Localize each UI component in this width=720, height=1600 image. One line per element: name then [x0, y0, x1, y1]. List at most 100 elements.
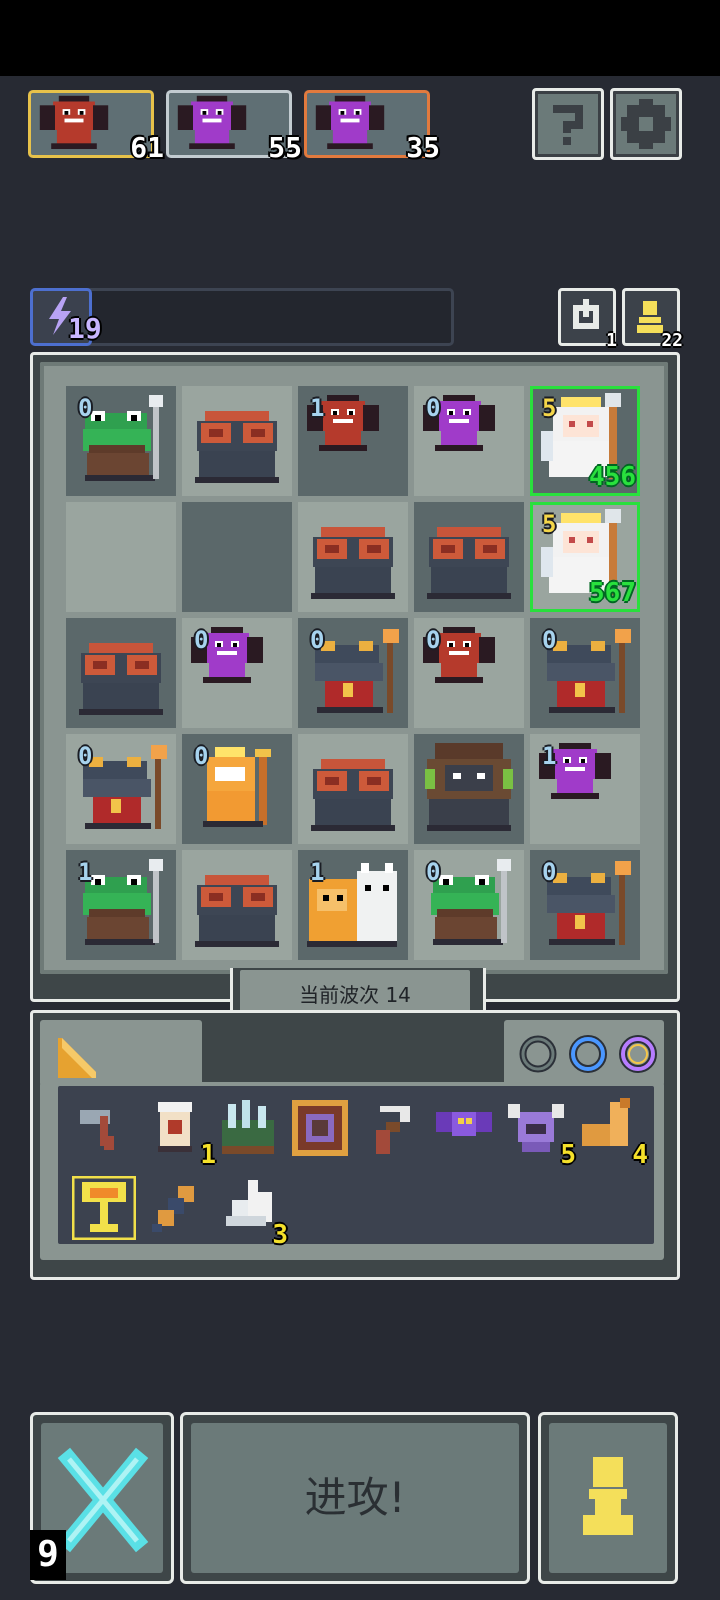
horned-helm-icon — [508, 1104, 564, 1152]
gear-icon — [621, 99, 671, 149]
filter-tabs — [504, 1020, 664, 1086]
inventory-item[interactable]: 3 — [216, 1176, 288, 1250]
unit-level: 1 — [310, 858, 325, 886]
unit-level: 0 — [310, 626, 325, 654]
feather-icon — [152, 1186, 194, 1232]
inventory-item[interactable] — [72, 1096, 136, 1160]
board-cell[interactable]: 5 456 — [530, 386, 640, 496]
triangle-ruler-icon — [58, 1038, 96, 1078]
red-toad-icon — [195, 411, 279, 483]
settings-button[interactable] — [610, 88, 682, 160]
pawn-icon — [583, 1457, 633, 1535]
inventory-item[interactable] — [432, 1096, 496, 1160]
board-cell[interactable] — [298, 502, 408, 612]
unit-level: 1 — [310, 394, 325, 422]
enemy-count: 55 — [268, 131, 302, 164]
unit-level: 1 — [542, 742, 557, 770]
help-button[interactable] — [532, 88, 604, 160]
crystal-field-icon — [222, 1100, 274, 1154]
enemy-portrait-1[interactable]: 61 — [28, 90, 164, 164]
inventory-panel: 1543 — [58, 1086, 654, 1250]
purple-dragon-icon — [315, 95, 385, 149]
inventory-item[interactable]: 1 — [144, 1096, 216, 1170]
board-cell[interactable]: 0 — [530, 850, 640, 960]
wings-icon — [226, 1180, 272, 1226]
reroll-button[interactable]: 1 — [558, 288, 617, 351]
board-cell[interactable]: 0 — [182, 734, 292, 844]
board-cell[interactable]: 0 — [298, 618, 408, 728]
board-cell[interactable]: 0 — [414, 618, 524, 728]
red-toad-icon — [195, 875, 279, 947]
reroll-count: 1 — [606, 330, 617, 351]
status-bar — [0, 0, 720, 76]
attack-label: 进攻! — [191, 1423, 519, 1573]
board-cell[interactable]: 1 — [66, 850, 176, 960]
board-cell-empty[interactable] — [66, 502, 176, 612]
board-cell[interactable] — [66, 618, 176, 728]
board-cell[interactable]: 0 — [414, 850, 524, 960]
board-cell[interactable] — [298, 734, 408, 844]
item-list: 1543 — [71, 1096, 652, 1250]
red-toad-icon — [427, 527, 511, 599]
inventory-item[interactable]: 5 — [504, 1096, 576, 1170]
inventory-item[interactable] — [71, 1175, 137, 1241]
inventory-item[interactable] — [144, 1176, 208, 1240]
inventory-item[interactable] — [360, 1096, 424, 1160]
unit-level: 0 — [426, 858, 441, 886]
board-cell[interactable]: 0 — [66, 734, 176, 844]
enemy-portrait-2[interactable]: 55 — [166, 90, 302, 164]
question-icon — [553, 105, 583, 145]
unit-level: 1 — [78, 858, 93, 886]
board-cell[interactable]: 1 — [530, 734, 640, 844]
item-count: 5 — [560, 1140, 576, 1170]
board-cell[interactable]: 0 — [66, 386, 176, 496]
board-cell[interactable]: 0 — [530, 618, 640, 728]
unit-hp: 456 — [589, 462, 636, 492]
level-badge: 9 — [30, 1530, 66, 1580]
pawn-button[interactable] — [538, 1412, 678, 1584]
pawn-button-face — [549, 1423, 667, 1573]
unit-level: 0 — [542, 626, 557, 654]
inventory-tab[interactable] — [40, 1020, 202, 1086]
unit-level: 5 — [542, 510, 557, 538]
board-cell[interactable]: 5 567 — [530, 502, 640, 612]
bat-icon — [436, 1112, 492, 1136]
unit-level: 0 — [78, 394, 93, 422]
board-cell[interactable]: 0 — [182, 618, 292, 728]
item-count: 4 — [632, 1140, 648, 1170]
board-cell[interactable] — [182, 386, 292, 496]
orb-frame-icon — [292, 1100, 348, 1156]
board: 0 1 0 5 456 5 567 0 0 0 0 0 0 1 1 1 0 0 — [40, 362, 668, 974]
pawn-count-button[interactable]: 22 — [622, 288, 683, 351]
tower-icon — [158, 1102, 192, 1152]
pawn-count: 22 — [661, 330, 683, 351]
board-cell-empty[interactable] — [182, 502, 292, 612]
energy-value: 19 — [68, 312, 102, 345]
inventory-item[interactable]: 4 — [576, 1096, 648, 1170]
board-cell[interactable] — [182, 850, 292, 960]
red-toad-icon — [311, 759, 395, 831]
board-cell[interactable]: 0 — [414, 386, 524, 496]
purple-ring-icon[interactable] — [619, 1035, 657, 1073]
unit-level: 0 — [426, 626, 441, 654]
item-count: 1 — [200, 1140, 216, 1170]
attack-button[interactable]: 进攻! — [180, 1412, 530, 1584]
unit-level: 0 — [78, 742, 93, 770]
red-toad-icon — [79, 643, 163, 715]
goblet-icon — [71, 1175, 137, 1241]
board-cell[interactable] — [414, 502, 524, 612]
filter-rings — [519, 1035, 657, 1073]
enemy-count: 35 — [406, 131, 440, 164]
board-cell[interactable]: 1 — [298, 386, 408, 496]
unit-level: 0 — [194, 742, 209, 770]
board-cell[interactable] — [414, 734, 524, 844]
board-cell[interactable]: 1 — [298, 850, 408, 960]
blue-ring-icon[interactable] — [569, 1035, 607, 1073]
inventory-item[interactable] — [288, 1096, 352, 1160]
horn-icon — [582, 1098, 630, 1146]
unit-hp: 567 — [589, 578, 636, 608]
dark-ring-icon[interactable] — [519, 1035, 557, 1073]
unit-level: 0 — [194, 626, 209, 654]
enemy-portrait-3[interactable]: 35 — [304, 90, 440, 164]
inventory-item[interactable] — [216, 1096, 280, 1160]
